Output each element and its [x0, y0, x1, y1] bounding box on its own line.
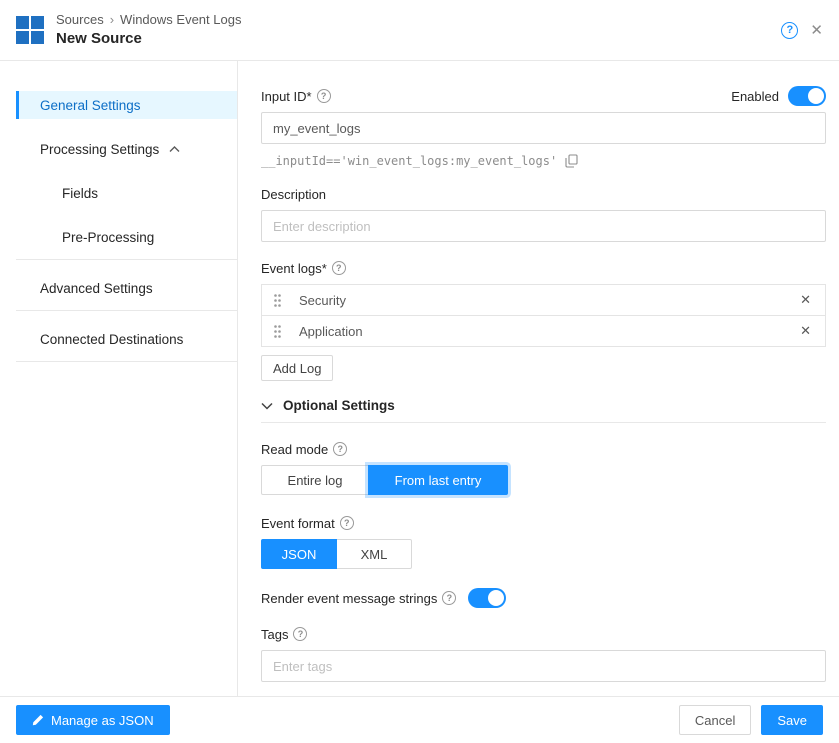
windows-logo-square	[31, 16, 44, 29]
enabled-toggle[interactable]	[788, 86, 826, 106]
description-label-row: Description	[261, 186, 826, 202]
header-titles: Sources › Windows Event Logs New Source	[56, 11, 781, 49]
breadcrumb: Sources › Windows Event Logs	[56, 11, 781, 28]
new-source-dialog: Sources › Windows Event Logs New Source ? …	[0, 0, 839, 743]
enabled-control: Enabled	[731, 86, 826, 106]
drag-handle-icon[interactable]	[272, 292, 283, 309]
sidebar-item-fields[interactable]: Fields	[16, 179, 237, 207]
event-log-row: Application ✕	[261, 315, 826, 347]
copy-icon[interactable]	[565, 154, 578, 168]
render-strings-toggle[interactable]	[468, 588, 506, 608]
optional-settings-toggle[interactable]: Optional Settings	[261, 398, 826, 413]
event-format-help-icon[interactable]: ?	[340, 516, 354, 530]
remove-log-icon[interactable]: ✕	[796, 290, 815, 310]
footer-actions: Cancel Save	[679, 705, 823, 735]
windows-logo-square	[31, 31, 44, 44]
input-id-label-row: Input ID* ? Enabled	[261, 88, 826, 104]
sidebar-item-label: Pre-Processing	[62, 230, 154, 245]
render-strings-help-icon[interactable]: ?	[442, 591, 456, 605]
header-actions: ? ✕	[781, 22, 823, 39]
event-format-label: Event format	[261, 516, 335, 531]
windows-logo-square	[16, 16, 29, 29]
pencil-icon	[32, 714, 44, 726]
event-logs-help-icon[interactable]: ?	[332, 261, 346, 275]
manage-as-json-button[interactable]: Manage as JSON	[16, 705, 170, 735]
chevron-up-icon	[169, 146, 180, 153]
sidebar-divider	[16, 310, 237, 311]
render-strings-label: Render event message strings	[261, 591, 437, 606]
render-strings-row: Render event message strings ?	[261, 588, 826, 608]
dialog-body: General Settings Processing Settings Fie…	[0, 61, 839, 696]
drag-handle-icon[interactable]	[272, 323, 283, 340]
event-format-option-xml[interactable]: XML	[336, 539, 412, 569]
read-mode-option-entire-log[interactable]: Entire log	[261, 465, 369, 495]
read-mode-option-from-last-entry[interactable]: From last entry	[368, 465, 508, 495]
description-label: Description	[261, 187, 326, 202]
read-mode-help-icon[interactable]: ?	[333, 442, 347, 456]
breadcrumb-current: Windows Event Logs	[120, 12, 241, 27]
input-id-help-icon[interactable]: ?	[317, 89, 331, 103]
description-field[interactable]	[261, 210, 826, 242]
read-mode-label: Read mode	[261, 442, 328, 457]
add-log-button[interactable]: Add Log	[261, 355, 333, 381]
tags-help-icon[interactable]: ?	[293, 627, 307, 641]
enabled-label: Enabled	[731, 89, 779, 104]
manage-as-json-label: Manage as JSON	[51, 713, 154, 728]
optional-settings-divider	[261, 422, 826, 423]
sidebar-item-label: Processing Settings	[40, 142, 159, 157]
optional-settings-label: Optional Settings	[283, 398, 395, 413]
input-id-label: Input ID*	[261, 89, 312, 104]
breadcrumb-separator: ›	[110, 12, 114, 27]
sidebar-item-connected-destinations[interactable]: Connected Destinations	[16, 325, 237, 353]
sidebar-item-processing-settings[interactable]: Processing Settings	[16, 135, 237, 163]
toggle-knob	[488, 590, 504, 606]
sidebar-item-label: General Settings	[40, 98, 141, 113]
windows-logo-square	[16, 31, 29, 44]
sidebar-item-label: Fields	[62, 186, 98, 201]
sidebar-divider	[16, 361, 237, 362]
page-title: New Source	[56, 29, 781, 49]
toggle-knob	[808, 88, 824, 104]
input-id-expression-row: __inputId=='win_event_logs:my_event_logs…	[261, 154, 826, 168]
sidebar-item-label: Connected Destinations	[40, 332, 183, 347]
tags-field[interactable]	[261, 650, 826, 682]
save-button[interactable]: Save	[761, 705, 823, 735]
sidebar-item-pre-processing[interactable]: Pre-Processing	[16, 223, 237, 251]
sidebar-item-label: Advanced Settings	[40, 281, 153, 296]
tags-label: Tags	[261, 627, 288, 642]
event-format-option-json[interactable]: JSON	[261, 539, 337, 569]
remove-log-icon[interactable]: ✕	[796, 321, 815, 341]
event-log-value: Security	[299, 293, 796, 308]
chevron-down-icon	[261, 402, 273, 410]
input-id-expression: __inputId=='win_event_logs:my_event_logs…	[261, 154, 557, 168]
sidebar-item-general-settings[interactable]: General Settings	[16, 91, 237, 119]
breadcrumb-sources-link[interactable]: Sources	[56, 12, 104, 27]
event-format-group: JSON XML	[261, 539, 412, 569]
close-icon[interactable]: ✕	[810, 23, 823, 38]
windows-logo-icon	[16, 16, 44, 44]
header: Sources › Windows Event Logs New Source ? …	[0, 0, 839, 61]
footer: Manage as JSON Cancel Save	[0, 696, 839, 743]
event-log-row: Security ✕	[261, 284, 826, 316]
read-mode-label-row: Read mode ?	[261, 441, 826, 457]
event-log-value: Application	[299, 324, 796, 339]
tags-label-row: Tags ?	[261, 626, 826, 642]
event-logs-label: Event logs*	[261, 261, 327, 276]
help-icon[interactable]: ?	[781, 22, 798, 39]
cancel-button[interactable]: Cancel	[679, 705, 751, 735]
input-id-field[interactable]	[261, 112, 826, 144]
sidebar: General Settings Processing Settings Fie…	[0, 61, 238, 696]
sidebar-item-advanced-settings[interactable]: Advanced Settings	[16, 274, 237, 302]
event-format-label-row: Event format ?	[261, 515, 826, 531]
form-content: Input ID* ? Enabled __inputId=='win_even…	[238, 61, 839, 696]
sidebar-divider	[16, 259, 237, 260]
event-logs-label-row: Event logs* ?	[261, 260, 826, 276]
read-mode-group: Entire log From last entry	[261, 465, 508, 495]
